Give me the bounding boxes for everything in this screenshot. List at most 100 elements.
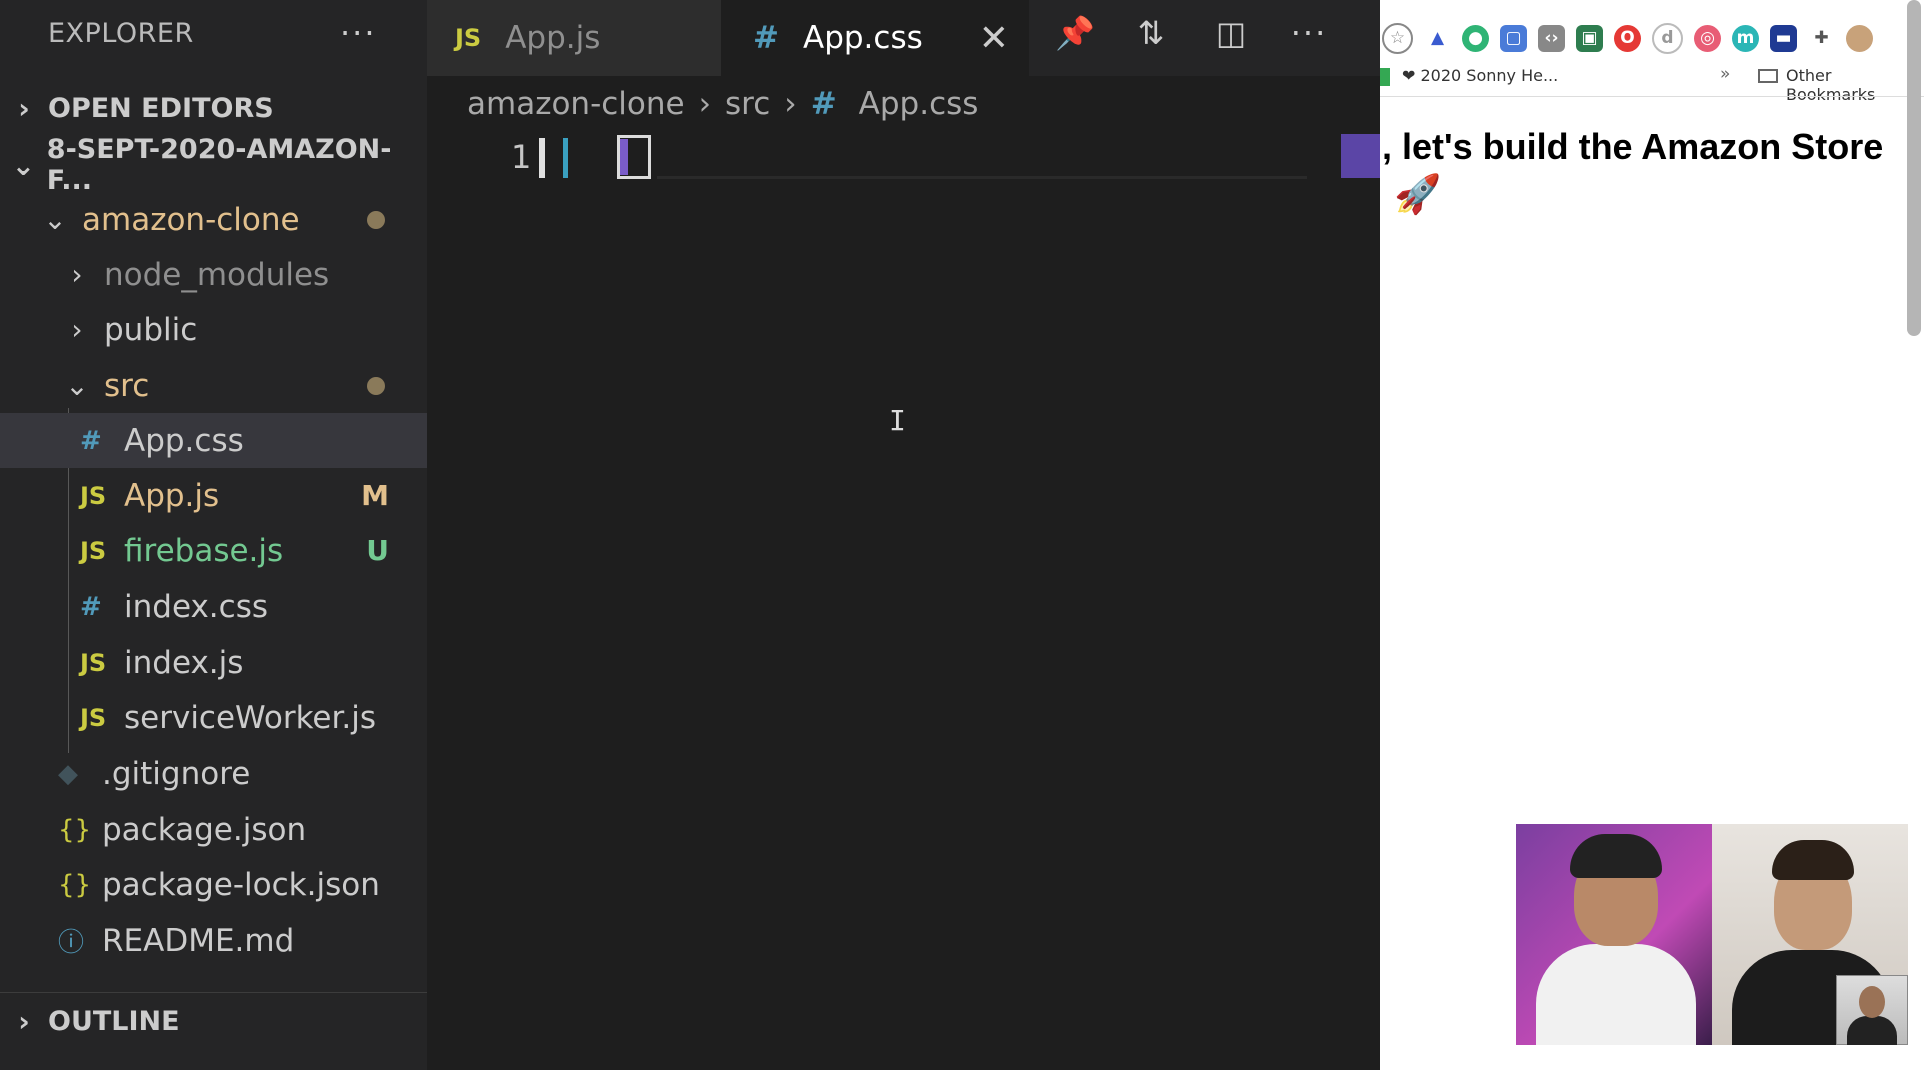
open-editors-label: OPEN EDITORS xyxy=(48,92,274,124)
tree-file-serviceworker-js[interactable]: JS serviceWorker.js xyxy=(0,690,427,745)
compare-changes-icon[interactable]: ⇅ xyxy=(1127,14,1175,52)
git-file-icon: ◆ xyxy=(58,758,78,789)
tree-folder-node-modules[interactable]: › node_modules xyxy=(0,247,427,302)
css-file-icon: # xyxy=(80,425,102,456)
tab-app-js[interactable]: JS App.js xyxy=(427,0,721,76)
project-folder-section[interactable]: ⌄ 8-SEPT-2020-AMAZON-F... xyxy=(0,134,427,196)
tree-folder-amazon-clone[interactable]: ⌄ amazon-clone xyxy=(0,192,427,247)
tree-file-index-js[interactable]: JS index.js xyxy=(0,635,427,690)
extension-icon[interactable]: ▲ xyxy=(1424,24,1451,52)
toolbar-divider xyxy=(1380,96,1924,97)
tree-file-firebase-js[interactable]: JS firebase.js U xyxy=(0,523,427,578)
tree-file-readme-md[interactable]: ⓘ README.md xyxy=(0,913,427,968)
outline-section[interactable]: › OUTLINE xyxy=(0,994,427,1048)
tree-item-label: App.js xyxy=(124,477,220,514)
tree-file-index-css[interactable]: # index.css xyxy=(0,579,427,634)
chevron-right-icon: › xyxy=(784,86,797,122)
tree-file-package-lock-json[interactable]: {} package-lock.json xyxy=(0,857,427,912)
css-file-icon: # xyxy=(810,86,837,122)
extension-icon[interactable]: ▣ xyxy=(1576,24,1603,52)
mouse-ibeam-icon: I xyxy=(889,404,906,437)
puzzle-icon[interactable]: ✚ xyxy=(1808,24,1835,52)
bookmarks-overflow-button[interactable]: » xyxy=(1720,64,1730,84)
js-file-icon: JS xyxy=(80,648,107,677)
open-editors-section[interactable]: › OPEN EDITORS xyxy=(0,81,427,135)
chevron-right-icon: › xyxy=(71,313,83,346)
pin-icon[interactable]: 📌 xyxy=(1051,14,1099,52)
folder-icon xyxy=(1758,69,1778,83)
tree-item-label: firebase.js xyxy=(124,532,284,569)
git-untracked-badge: U xyxy=(366,534,389,567)
bookmark-favicon-icon xyxy=(1380,68,1390,86)
chevron-down-icon: ⌄ xyxy=(65,369,89,402)
tree-item-label: serviceWorker.js xyxy=(124,699,377,736)
tree-file-app-css[interactable]: # App.css xyxy=(0,413,427,468)
indent-guide xyxy=(563,138,568,178)
breadcrumb-item[interactable]: amazon-clone xyxy=(467,86,685,122)
tree-item-label: node_modules xyxy=(104,256,330,293)
js-file-icon: JS xyxy=(80,536,107,565)
explorer-sidebar: EXPLORER ··· › OPEN EDITORS ⌄ 8-SEPT-202… xyxy=(0,0,427,1070)
current-line-highlight xyxy=(657,176,1307,179)
extension-icon[interactable]: ▢ xyxy=(1500,24,1527,52)
breadcrumb: amazon-clone › src › # App.css xyxy=(467,86,978,122)
tree-item-label: package-lock.json xyxy=(102,866,380,903)
chevron-down-icon: ⌄ xyxy=(11,148,36,182)
tree-item-label: README.md xyxy=(102,922,295,959)
extension-icon[interactable]: O xyxy=(1614,24,1641,52)
other-bookmarks-button[interactable]: Other Bookmarks xyxy=(1786,66,1924,104)
close-icon[interactable]: ✕ xyxy=(979,18,1009,59)
person-body xyxy=(1847,1016,1897,1045)
tree-item-label: src xyxy=(104,367,150,404)
webcam-overlay xyxy=(1516,824,1908,1045)
tree-item-label: .gitignore xyxy=(102,755,251,792)
person-body xyxy=(1536,944,1696,1045)
tree-item-label: index.js xyxy=(124,644,244,681)
minimap-slider[interactable] xyxy=(1341,134,1380,178)
bookmark-item[interactable]: ❤ 2020 Sonny He... xyxy=(1402,66,1558,85)
extension-icon[interactable]: ▬ xyxy=(1770,24,1797,52)
chevron-right-icon: › xyxy=(71,258,83,291)
webcam-feed-left xyxy=(1516,824,1712,1045)
tab-label: App.js xyxy=(505,20,601,56)
explorer-title: EXPLORER xyxy=(48,18,194,49)
person-hair xyxy=(1570,834,1662,878)
extension-icon[interactable]: ‹› xyxy=(1538,24,1565,52)
webcam-feed-mini xyxy=(1836,975,1908,1045)
editor-area: JS App.js # App.css ✕ 📌 ⇅ ◫ ··· amazon-c… xyxy=(427,0,1380,1070)
tree-item-label: amazon-clone xyxy=(82,201,300,238)
split-editor-icon[interactable]: ◫ xyxy=(1207,14,1255,52)
chevron-down-icon: ⌄ xyxy=(43,203,67,236)
avatar[interactable] xyxy=(1846,24,1873,52)
person-hair xyxy=(1772,840,1854,880)
chevron-right-icon: › xyxy=(18,1004,30,1038)
tree-item-label: App.css xyxy=(124,422,244,459)
extension-icon[interactable]: ◎ xyxy=(1694,24,1721,52)
tree-item-label: index.css xyxy=(124,588,269,625)
extension-icon[interactable]: ● xyxy=(1462,24,1489,52)
rocket-icon: 🚀 xyxy=(1394,172,1442,216)
explorer-more-button[interactable]: ··· xyxy=(340,14,377,52)
tree-file-gitignore[interactable]: ◆ .gitignore xyxy=(0,746,427,801)
star-icon[interactable]: ☆ xyxy=(1382,22,1413,54)
tab-label: App.css xyxy=(802,20,923,56)
css-file-icon: # xyxy=(80,591,102,622)
extensions-toolbar: ☆ ▲ ● ▢ ‹› ▣ O d ◎ m ▬ ✚ xyxy=(1380,18,1902,58)
breadcrumb-item[interactable]: src xyxy=(725,86,770,122)
tree-file-app-js[interactable]: JS App.js M xyxy=(0,468,427,523)
tab-app-css[interactable]: # App.css ✕ xyxy=(721,0,1029,76)
person-head xyxy=(1859,986,1885,1018)
json-file-icon: {} xyxy=(58,814,92,845)
more-actions-icon[interactable]: ··· xyxy=(1285,14,1333,52)
js-file-icon: JS xyxy=(80,481,107,510)
project-folder-label: 8-SEPT-2020-AMAZON-F... xyxy=(46,134,392,196)
extension-icon[interactable]: m xyxy=(1732,24,1759,52)
cursor-fill xyxy=(620,139,628,175)
tab-bar: JS App.js # App.css ✕ 📌 ⇅ ◫ ··· xyxy=(427,0,1380,76)
tree-file-package-json[interactable]: {} package.json xyxy=(0,802,427,857)
tree-folder-src[interactable]: ⌄ src xyxy=(0,358,427,413)
extension-icon[interactable]: d xyxy=(1652,22,1683,54)
scrollbar[interactable] xyxy=(1907,0,1921,336)
tree-folder-public[interactable]: › public xyxy=(0,302,427,357)
breadcrumb-item[interactable]: App.css xyxy=(859,86,979,122)
